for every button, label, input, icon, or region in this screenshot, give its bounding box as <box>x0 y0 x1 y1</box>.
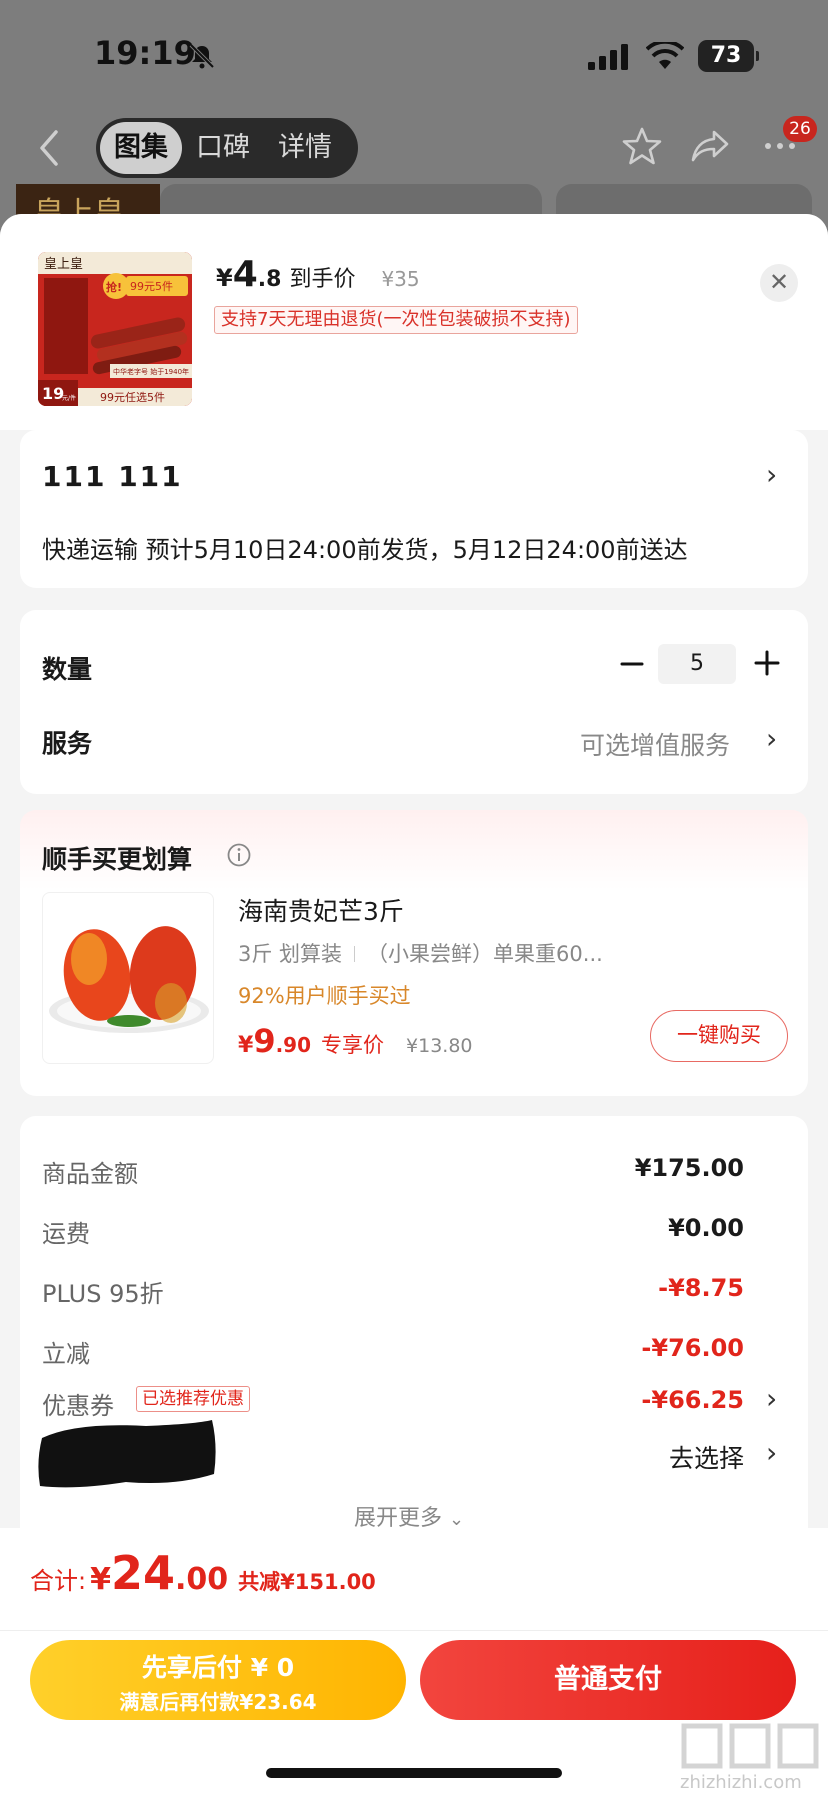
price-summary-card: 商品金额 ¥175.00 运费 ¥0.00 PLUS 95折 -¥8.75 立减… <box>20 1116 808 1556</box>
service-selector[interactable]: 可选增值服务 <box>580 726 730 762</box>
options-card: 数量 5 服务 可选增值服务 › <box>20 610 808 794</box>
wifi-icon <box>646 42 684 69</box>
thumb-corner-unit: 元/件 <box>62 394 76 402</box>
return-policy-tag: 支持7天无理由退货(一次性包装破损不支持) <box>214 306 578 334</box>
share-icon[interactable] <box>690 126 730 166</box>
home-indicator <box>266 1768 562 1778</box>
chevron-right-icon: › <box>766 722 778 755</box>
close-icon: ✕ <box>768 268 790 296</box>
bundle-item-spec: 3斤 划算装 （小果尝鲜）单果重60... <box>238 942 603 966</box>
thumb-caption: 中华老字号 始于1940年 <box>113 367 189 376</box>
redacted-area <box>38 1420 216 1488</box>
watermark-text: zhizhizhi.com <box>680 1772 802 1793</box>
bundle-price: ¥ 9 .90 专享价 ¥13.80 <box>238 1022 473 1060</box>
order-total: 合计: ¥ 24 .00 共减¥151.00 <box>30 1546 376 1600</box>
close-button[interactable]: ✕ <box>760 264 798 302</box>
status-bar: 19:19 73 <box>0 0 828 110</box>
bundle-item-title[interactable]: 海南贵妃芒3斤 <box>238 892 404 928</box>
top-nav: 图集 口碑 详情 <box>0 110 828 190</box>
goods-amount-label: 商品金额 <box>42 1160 138 1188</box>
signal-icon <box>588 44 628 70</box>
thumb-grab: 抢! <box>106 280 122 294</box>
total-amount: 24 <box>110 1546 175 1600</box>
product-thumbnail: 皇上皇 抢! 99元5件 中华老字号 始于1940年 19 元/件 99元任选5… <box>38 252 192 406</box>
chevron-right-icon: › <box>766 1436 778 1469</box>
price-decimal: .8 <box>257 267 282 292</box>
original-price: ¥35 <box>381 267 420 291</box>
instant-discount-label: 立减 <box>42 1340 90 1368</box>
coupon-discount-value[interactable]: -¥66.25 <box>641 1386 744 1414</box>
shipping-value: ¥0.00 <box>668 1214 744 1242</box>
minus-icon[interactable] <box>616 648 648 680</box>
address-card[interactable]: 111 111 › 快递运输 预计5月10日24:00前发货，5月12日24:0… <box>20 430 808 588</box>
bundle-social-proof: 92%用户顺手买过 <box>238 984 411 1008</box>
shipping-label: 运费 <box>42 1220 90 1248</box>
tab-group: 图集 口碑 详情 <box>96 118 358 178</box>
choose-option-label[interactable]: 去选择 <box>669 1439 744 1475</box>
thumb-corner-price: 19 <box>42 384 64 403</box>
sheet-header: 皇上皇 抢! 99元5件 中华老字号 始于1940年 19 元/件 99元任选5… <box>0 214 828 430</box>
one-click-buy-button[interactable]: 一键购买 <box>650 1010 788 1062</box>
price-integer: 4 <box>232 254 258 295</box>
price-currency: ¥ <box>216 264 233 292</box>
recipient-name: 111 111 <box>42 460 183 493</box>
chevron-down-icon: ⌄ <box>449 1509 465 1530</box>
coupon-applied-tag: 已选推荐优惠 <box>136 1386 250 1412</box>
thumb-deal: 99元5件 <box>130 280 173 293</box>
divider <box>0 1630 828 1631</box>
pay-later-button[interactable]: 先享后付 ¥ 0 满意后再付款¥23.64 <box>30 1640 406 1720</box>
plus-icon[interactable] <box>750 646 784 680</box>
chevron-right-icon: › <box>766 458 778 491</box>
normal-pay-button[interactable]: 普通支付 <box>420 1640 796 1720</box>
quantity-stepper-value[interactable]: 5 <box>658 644 736 684</box>
bell-slash-icon <box>189 43 215 69</box>
sausage-product-image: 皇上皇 抢! 99元5件 中华老字号 始于1940年 19 元/件 99元任选5… <box>38 252 192 406</box>
bundle-deal-card: 顺手买更划算 海南贵妃芒3斤 3斤 划算装 （小果尝鲜）单果重60... 92%用… <box>20 810 808 1096</box>
quantity-label: 数量 <box>42 655 93 684</box>
star-icon[interactable] <box>622 126 662 166</box>
product-price: ¥ 4 .8 到手价 ¥35 <box>216 254 420 295</box>
total-label: 合计: <box>30 1567 87 1595</box>
tab-gallery[interactable]: 图集 <box>100 122 182 174</box>
plus-discount-value: -¥8.75 <box>658 1274 744 1302</box>
plus-discount-label: PLUS 95折 <box>42 1280 164 1308</box>
thumb-banner: 99元任选5件 <box>100 391 165 404</box>
chevron-right-icon: › <box>766 1382 778 1415</box>
checkout-bottom-bar: 合计: ¥ 24 .00 共减¥151.00 先享后付 ¥ 0 满意后再付款¥2… <box>0 1528 828 1795</box>
total-saved: 共减¥151.00 <box>238 1570 376 1594</box>
thumb-brand: 皇上皇 <box>44 257 83 272</box>
goods-amount-value: ¥175.00 <box>634 1154 744 1182</box>
service-label: 服务 <box>42 729 93 758</box>
tab-details[interactable]: 详情 <box>264 122 346 174</box>
delivery-estimate: 快递运输 预计5月10日24:00前发货，5月12日24:00前送达 <box>42 536 688 564</box>
back-chevron-icon[interactable] <box>34 128 64 168</box>
bundle-title: 顺手买更划算 <box>42 845 193 874</box>
info-circle-icon[interactable] <box>226 842 252 868</box>
tab-reviews[interactable]: 口碑 <box>182 122 264 174</box>
status-time: 19:19 <box>94 34 196 72</box>
instant-discount-value: -¥76.00 <box>641 1334 744 1362</box>
message-count-badge: 26 <box>783 116 817 142</box>
price-label: 到手价 <box>289 267 356 292</box>
battery-icon: 73 <box>698 40 759 72</box>
mango-product-image[interactable] <box>42 892 214 1064</box>
